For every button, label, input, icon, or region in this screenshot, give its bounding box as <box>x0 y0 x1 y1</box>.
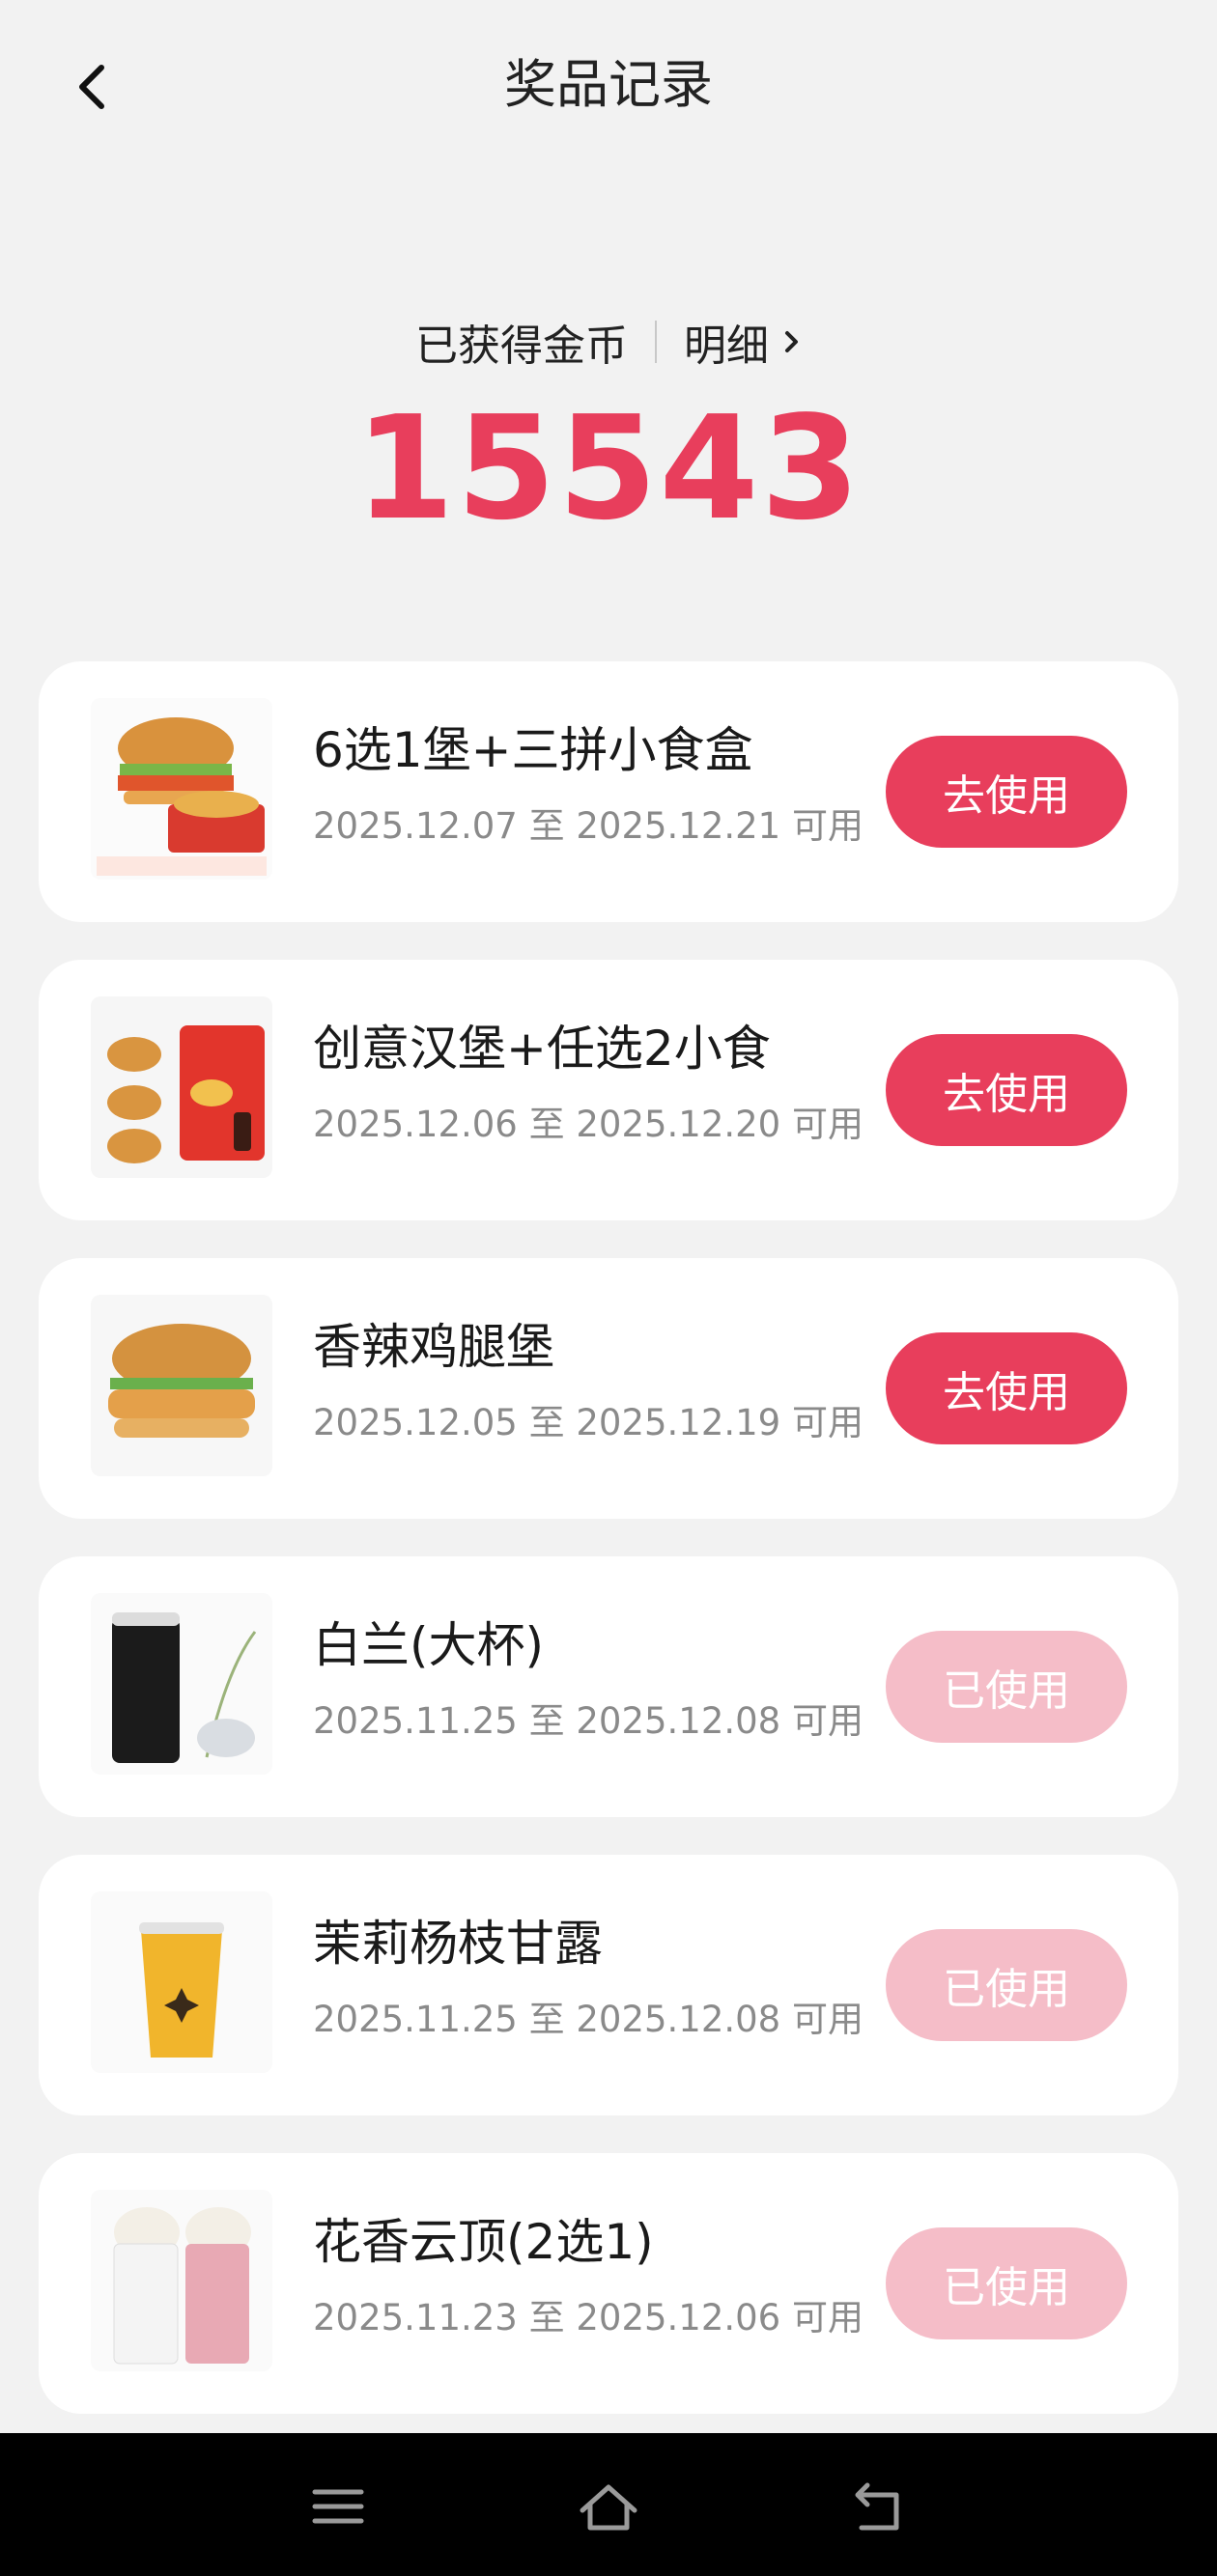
prize-validity: 2025.11.25 至 2025.12.08 可用 <box>313 1700 863 1742</box>
prize-card: 6选1堡+三拼小食盒 2025.12.07 至 2025.12.21 可用 去使… <box>39 661 1178 922</box>
prize-validity: 2025.12.06 至 2025.12.20 可用 <box>313 1104 863 1145</box>
use-button[interactable]: 去使用 <box>886 1332 1127 1444</box>
use-button[interactable]: 去使用 <box>886 736 1127 848</box>
prize-image-burger-snacks <box>91 996 272 1178</box>
prize-image-chicken-burger <box>91 1295 272 1476</box>
prize-image-burger-combo <box>91 698 272 880</box>
prize-name: 白兰(大杯) <box>313 1617 545 1673</box>
prize-name: 花香云顶(2选1) <box>313 2214 654 2270</box>
coins-label: 已获得金币 <box>415 322 628 371</box>
prize-image-cream-drinks <box>91 2190 272 2371</box>
coins-summary: 已获得金币 明细 <box>0 311 1217 373</box>
chevron-right-icon <box>785 331 798 352</box>
nav-home-button[interactable] <box>560 2468 657 2545</box>
divider <box>655 321 657 363</box>
prize-name: 茉莉杨枝甘露 <box>313 1916 603 1972</box>
prize-card: 白兰(大杯) 2025.11.25 至 2025.12.08 可用 已使用 <box>39 1556 1178 1817</box>
home-icon <box>580 2484 637 2531</box>
prize-card: 香辣鸡腿堡 2025.12.05 至 2025.12.19 可用 去使用 <box>39 1258 1178 1519</box>
used-button[interactable]: 已使用 <box>886 1631 1127 1743</box>
use-button[interactable]: 去使用 <box>886 1034 1127 1146</box>
detail-link[interactable]: 明细 <box>684 311 802 373</box>
menu-icon <box>312 2489 364 2524</box>
prize-validity: 2025.11.23 至 2025.12.06 可用 <box>313 2297 863 2338</box>
prize-name: 创意汉堡+任选2小食 <box>313 1021 771 1077</box>
nav-back-button[interactable] <box>831 2468 927 2545</box>
prize-card: 花香云顶(2选1) 2025.11.23 至 2025.12.06 可用 已使用 <box>39 2153 1178 2414</box>
prize-validity: 2025.12.05 至 2025.12.19 可用 <box>313 1402 863 1443</box>
prize-name: 6选1堡+三拼小食盒 <box>313 722 753 778</box>
system-nav-bar <box>0 2433 1217 2576</box>
used-button[interactable]: 已使用 <box>886 1929 1127 2041</box>
prize-image-mango-drink <box>91 1891 272 2073</box>
prize-validity: 2025.12.07 至 2025.12.21 可用 <box>313 805 863 847</box>
prize-validity: 2025.11.25 至 2025.12.08 可用 <box>313 1999 863 2040</box>
detail-label: 明细 <box>684 322 769 371</box>
prize-image-tea-cup <box>91 1593 272 1775</box>
header: 奖品记录 <box>0 0 1217 174</box>
prize-card: 创意汉堡+任选2小食 2025.12.06 至 2025.12.20 可用 去使… <box>39 960 1178 1220</box>
coins-value: 15543 <box>354 385 863 551</box>
prize-name: 香辣鸡腿堡 <box>313 1319 554 1375</box>
nav-menu-button[interactable] <box>290 2468 386 2545</box>
back-icon <box>855 2482 899 2531</box>
page-title: 奖品记录 <box>504 54 713 115</box>
used-button[interactable]: 已使用 <box>886 2227 1127 2339</box>
prize-card: 茉莉杨枝甘露 2025.11.25 至 2025.12.08 可用 已使用 <box>39 1855 1178 2115</box>
